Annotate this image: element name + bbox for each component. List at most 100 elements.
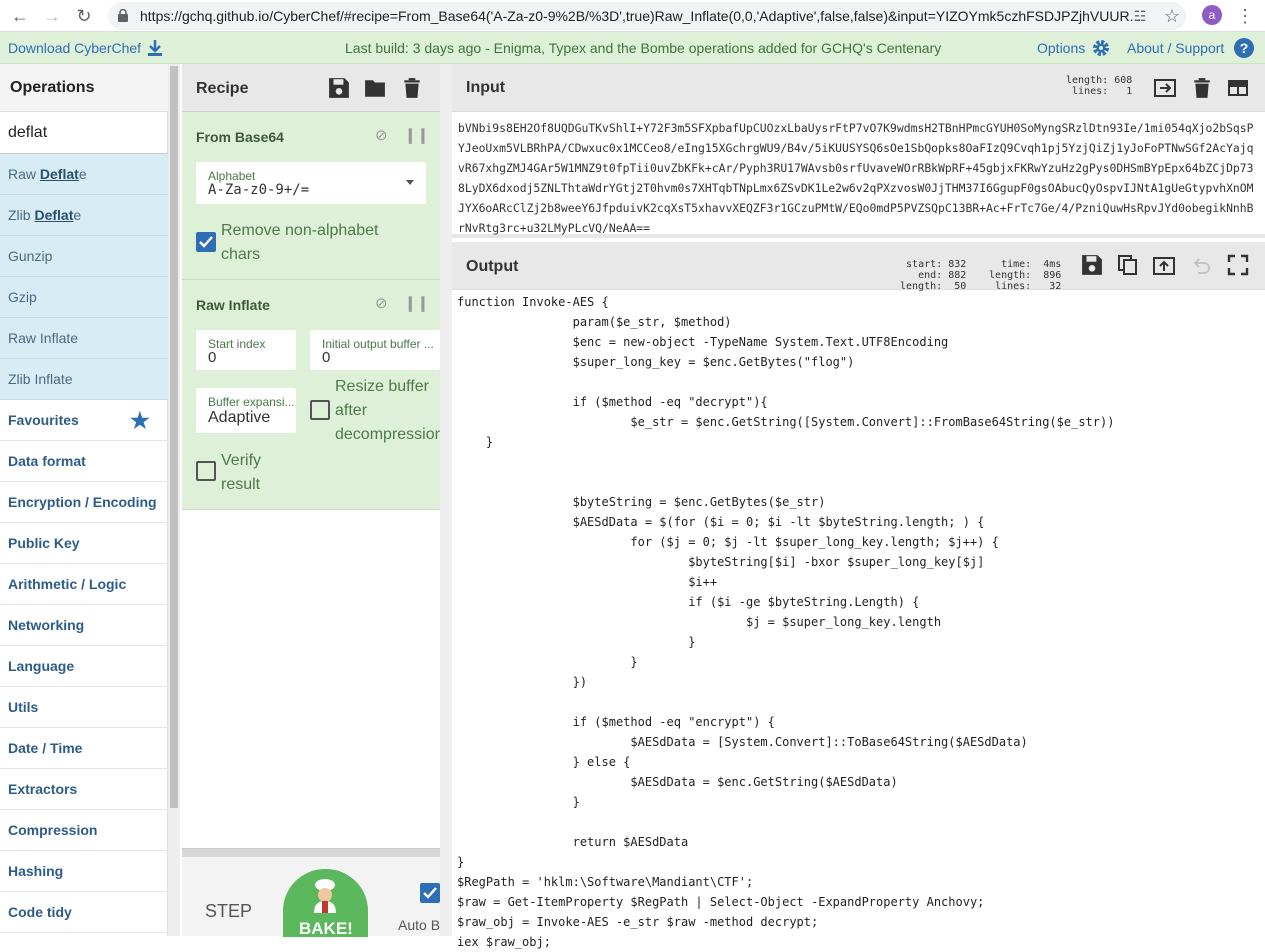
remove-nonalphabet-checkbox[interactable] bbox=[196, 232, 216, 252]
top-banner: Download CyberChef Last build: 3 days ag… bbox=[0, 32, 1265, 64]
output-header: Output start: 832 end: 882 length: 50 ti… bbox=[452, 242, 1265, 292]
maximize-icon[interactable] bbox=[1227, 254, 1249, 276]
raw-inflate-title: Raw Inflate bbox=[196, 297, 270, 313]
input-length-label: length: bbox=[1066, 75, 1109, 86]
trash-icon[interactable] bbox=[401, 77, 423, 99]
input-textarea[interactable]: bVNbi9s8EH2Of8UQDGuTKvShlI+Y72F3m5SFXpba… bbox=[458, 118, 1258, 238]
category-utils[interactable]: Utils bbox=[0, 687, 168, 728]
category-label: Favourites bbox=[8, 412, 79, 428]
operation-result-item[interactable]: Zlib Inflate bbox=[0, 359, 168, 400]
operations-title: Operations bbox=[0, 64, 168, 112]
menu-kebab-icon[interactable]: ⋮ bbox=[1233, 4, 1257, 28]
pause-icon[interactable]: ❙❙ bbox=[404, 294, 429, 312]
category-language[interactable]: Language bbox=[0, 646, 168, 687]
initial-buffer-input[interactable]: Initial output buffer ... 0 bbox=[310, 330, 440, 370]
recipe-title: Recipe bbox=[196, 80, 249, 97]
operation-result-item[interactable]: Raw Inflate bbox=[0, 318, 168, 359]
input-lines-label: lines: bbox=[1072, 86, 1109, 97]
output-selection-stats: start: 832 end: 882 length: 50 bbox=[900, 248, 966, 292]
category-label: Date / Time bbox=[8, 740, 83, 756]
category-public-key[interactable]: Public Key bbox=[0, 523, 168, 564]
pane-divider[interactable] bbox=[440, 64, 452, 936]
options-label: Options bbox=[1037, 40, 1086, 56]
operation-result-match: Deflat bbox=[34, 207, 74, 223]
output-length-value: 896 bbox=[1043, 270, 1062, 281]
operation-result-text: Gunzip bbox=[8, 248, 53, 264]
buffer-expansion-select[interactable]: Buffer expansi... Adaptive bbox=[196, 388, 296, 433]
category-data-format[interactable]: Data format bbox=[0, 441, 168, 482]
input-length-value: 608 bbox=[1114, 75, 1133, 86]
forward-arrow-icon[interactable]: → bbox=[40, 4, 64, 28]
disable-icon[interactable]: ⊘ bbox=[375, 126, 388, 144]
auto-bake-label: Auto B bbox=[398, 917, 441, 933]
verify-result-checkbox[interactable] bbox=[196, 461, 216, 481]
category-extractors[interactable]: Extractors bbox=[0, 769, 168, 810]
bookmark-star-icon[interactable]: ☆ bbox=[1160, 4, 1184, 28]
auto-bake-checkbox[interactable] bbox=[420, 883, 440, 903]
translate-icon[interactable]: ☷ bbox=[1128, 4, 1152, 28]
input-header: Input length: 608 lines: 1 bbox=[452, 64, 1265, 112]
category-favourites[interactable]: Favourites ★ bbox=[0, 400, 168, 441]
copy-icon[interactable] bbox=[1117, 254, 1139, 276]
avatar[interactable]: a bbox=[1202, 5, 1222, 25]
pause-icon[interactable]: ❙❙ bbox=[404, 126, 429, 144]
replace-input-icon[interactable] bbox=[1153, 254, 1175, 276]
selection-length-label: length: bbox=[900, 281, 943, 292]
category-label: Hashing bbox=[8, 863, 64, 879]
operation-result-text: Gzip bbox=[8, 289, 37, 305]
operation-result-item[interactable]: Gunzip bbox=[0, 236, 168, 277]
end-label: end: bbox=[918, 270, 943, 281]
folder-icon[interactable] bbox=[364, 77, 386, 99]
from-base64-card[interactable]: From Base64 ⊘ ❙❙ Alphabet A-Za-z0-9+/= R… bbox=[182, 112, 440, 280]
category-encryption-encoding[interactable]: Encryption / Encoding bbox=[0, 482, 168, 523]
bake-button[interactable]: BAKE! bbox=[283, 869, 368, 938]
start-index-input[interactable]: Start index 0 bbox=[196, 330, 296, 370]
help-icon[interactable]: ? bbox=[1234, 38, 1254, 58]
category-date-time[interactable]: Date / Time bbox=[0, 728, 168, 769]
undo-icon[interactable] bbox=[1190, 254, 1212, 276]
address-bar[interactable]: https://gchq.github.io/CyberChef/#recipe… bbox=[108, 2, 1186, 30]
operation-result-item[interactable]: Zlib Deflate bbox=[0, 195, 168, 236]
start-label: start: bbox=[906, 259, 943, 270]
recipe-scrollbar[interactable] bbox=[182, 849, 440, 857]
category-label: Encryption / Encoding bbox=[8, 494, 157, 510]
clear-input-trash-icon[interactable] bbox=[1191, 77, 1213, 99]
category-label: Language bbox=[8, 658, 75, 674]
category-hashing[interactable]: Hashing bbox=[0, 851, 168, 892]
category-compression[interactable]: Compression bbox=[0, 810, 168, 851]
category-arithmetic-logic[interactable]: Arithmetic / Logic bbox=[0, 564, 168, 605]
alphabet-select[interactable]: Alphabet A-Za-z0-9+/= bbox=[196, 162, 426, 204]
save-output-icon[interactable] bbox=[1081, 254, 1103, 276]
reload-icon[interactable]: ↻ bbox=[72, 4, 96, 28]
operation-result-text: Raw Inflate bbox=[8, 330, 79, 346]
resize-buffer-checkbox[interactable] bbox=[310, 400, 330, 420]
output-text[interactable]: function Invoke-AES { param($e_str, $met… bbox=[457, 292, 1114, 952]
input-pane: Input length: 608 lines: 1 bVNbi9s8EH2Of… bbox=[452, 64, 1265, 238]
build-notice[interactable]: Last build: 3 days ago - Enigma, Typex a… bbox=[345, 40, 941, 56]
add-tab-icon[interactable] bbox=[1154, 77, 1176, 99]
operation-result-item[interactable]: Gzip bbox=[0, 277, 168, 318]
layout-icon[interactable] bbox=[1227, 77, 1249, 99]
save-icon[interactable] bbox=[328, 77, 350, 99]
about-support-link[interactable]: About / Support bbox=[1127, 40, 1224, 56]
back-arrow-icon[interactable]: ← bbox=[8, 4, 32, 28]
category-networking[interactable]: Networking bbox=[0, 605, 168, 646]
remove-nonalphabet-label: Remove non-alphabet chars bbox=[221, 222, 379, 263]
download-icon[interactable] bbox=[148, 40, 162, 56]
options-link[interactable]: Options bbox=[1037, 40, 1085, 56]
disable-icon[interactable]: ⊘ bbox=[375, 294, 388, 312]
browser-toolbar: ← → ↻ https://gchq.github.io/CyberChef/#… bbox=[0, 0, 1265, 32]
step-button[interactable]: STEP bbox=[205, 901, 252, 922]
resize-buffer-label: Resize buffer after decompression bbox=[335, 378, 444, 443]
download-link[interactable]: Download CyberChef bbox=[8, 40, 141, 56]
raw-inflate-card[interactable]: Raw Inflate ⊘ ❙❙ Start index 0 Initial o… bbox=[182, 280, 444, 510]
selection-length-value: 50 bbox=[954, 281, 967, 292]
scrollbar-thumb[interactable] bbox=[170, 66, 178, 808]
operations-panel: Operations deflat Raw Deflate Zlib Deflat… bbox=[0, 64, 168, 936]
category-code-tidy[interactable]: Code tidy bbox=[0, 892, 168, 933]
operations-search-input[interactable]: deflat bbox=[0, 112, 168, 154]
alphabet-label: Alphabet bbox=[208, 169, 256, 183]
operations-scrollbar[interactable] bbox=[168, 64, 180, 936]
operation-result-item[interactable]: Raw Deflate bbox=[0, 154, 168, 195]
gear-icon[interactable] bbox=[1091, 38, 1111, 58]
